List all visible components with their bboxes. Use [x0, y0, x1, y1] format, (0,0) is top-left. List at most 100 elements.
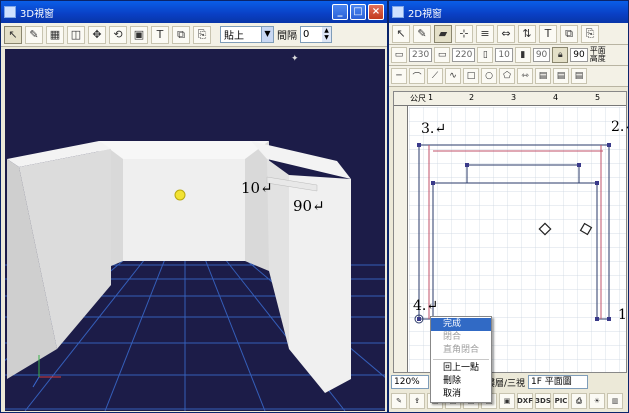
pencil-icon[interactable]: ✎	[25, 25, 43, 44]
export-icon[interactable]: ⇪	[409, 393, 425, 409]
lock-value[interactable]: 90	[570, 48, 588, 62]
polygon-icon[interactable]: ⬠	[499, 68, 515, 84]
text-icon[interactable]: T	[151, 25, 169, 44]
floor-select[interactable]: 1F 平面圖	[528, 375, 589, 389]
back-wall	[123, 159, 245, 261]
menu-item-finish[interactable]: 完成	[431, 318, 491, 331]
rotate-icon[interactable]: ⟲	[109, 25, 127, 44]
window-3d-titlebar[interactable]: 3D視窗 _ □ ×	[1, 1, 387, 23]
polyline-icon[interactable]: ⟋	[427, 68, 443, 84]
dim-input-2[interactable]: 220	[452, 48, 476, 62]
stretch-icon[interactable]: ⇔	[497, 24, 515, 43]
grid-icon[interactable]: ▦	[46, 25, 64, 44]
copy-icon[interactable]: ⧉	[172, 25, 190, 44]
zoom-level[interactable]: 120%	[391, 375, 429, 389]
ruler-top: 公尺 1 2 3 4 5	[394, 92, 626, 106]
window-2d-titlebar[interactable]: 2D視窗	[389, 1, 628, 23]
viewport-3d[interactable]: 10↵ 90↵ ✦	[5, 49, 385, 411]
maximize-button[interactable]: □	[350, 4, 366, 20]
paste-icon[interactable]: ⎘	[581, 24, 599, 43]
menu-item-back-one-point[interactable]: 回上一點	[431, 362, 491, 375]
dim-input-1[interactable]: 230	[409, 48, 433, 62]
stepper-arrows-icon[interactable]: ▲ ▼	[322, 27, 331, 42]
scene-3d	[5, 141, 385, 411]
folder-icon[interactable]: ▤	[535, 68, 551, 84]
select-arrow-icon[interactable]: ↖	[4, 25, 22, 44]
arc-icon[interactable]: ⌒	[409, 68, 425, 84]
folder-icon[interactable]: ▤	[553, 68, 569, 84]
minimize-button[interactable]: _	[332, 4, 348, 20]
spacing-label: 間隔	[277, 31, 297, 42]
menu-separator	[433, 359, 489, 360]
spacing-stepper[interactable]: 0 ▲ ▼	[300, 26, 332, 43]
app-icon	[392, 6, 404, 18]
print-icon[interactable]: ⎙	[571, 393, 587, 409]
cursor-icon: ✦	[291, 54, 299, 64]
image-icon[interactable]: ▣	[130, 25, 148, 44]
copy-icon[interactable]: ⧉	[560, 24, 578, 43]
light-icon[interactable]: ☀	[589, 393, 605, 409]
menu-item-delete[interactable]: 刪除	[431, 375, 491, 388]
wall-icon[interactable]: ▭	[434, 47, 451, 63]
ruler-tick-4: 4	[553, 93, 559, 102]
ruler-tick-2: 2	[469, 93, 475, 102]
ruler-tick-5: 5	[595, 93, 601, 102]
point-label-4: 4.↵	[413, 298, 439, 314]
height-label: 平面高度	[589, 46, 606, 63]
dim-input-3[interactable]: 10	[495, 48, 513, 62]
dxf-export-button[interactable]: DXF	[517, 393, 533, 409]
toolbar-2d-main: ↖ ✎ ▰ ⊹ ≡ ⇔ ⇅ T ⧉ ⎘	[389, 23, 628, 45]
measure-icon[interactable]: ⇿	[517, 68, 533, 84]
menu-item-right-angle-close: 直角閉合	[443, 345, 480, 355]
ruler-tick-3: 3	[511, 93, 517, 102]
annotation-90: 90↵	[293, 197, 325, 215]
ruler-left	[394, 106, 408, 372]
line-icon[interactable]: ─	[391, 68, 407, 84]
wall-draw-icon[interactable]: ▰	[434, 24, 452, 43]
window-2d-title: 2D視窗	[408, 8, 443, 20]
context-menu: 完成 閉合 直角閉合 回上一點 刪除 取消	[430, 316, 492, 403]
pic-export-button[interactable]: PIC	[553, 393, 569, 409]
layout-icon[interactable]: ◫	[67, 25, 85, 44]
rectangle-icon[interactable]: □	[463, 68, 479, 84]
lock-icon[interactable]: 🔒︎	[552, 47, 569, 63]
curve-icon[interactable]: ∿	[445, 68, 461, 84]
node-icon[interactable]: ⊹	[455, 24, 473, 43]
menu-item-cancel[interactable]: 取消	[431, 388, 491, 401]
height-icon[interactable]: ▮	[514, 47, 531, 63]
window-2d: 2D視窗 ↖ ✎ ▰ ⊹ ≡ ⇔ ⇅ T ⧉ ⎘ ▭ 230 ▭ 220 ▯ 1…	[388, 0, 629, 413]
window-3d: 3D視窗 _ □ × ↖ ✎ ▦ ◫ ✥ ⟲ ▣ T ⧉ ⎘ 貼上 ▼ 間隔 0…	[0, 0, 388, 413]
wall-icon[interactable]: ▭	[391, 47, 407, 63]
move-icon[interactable]: ✥	[88, 25, 106, 44]
folder-icon[interactable]: ▤	[571, 68, 587, 84]
point-label-1: 1.	[618, 307, 628, 323]
image-icon[interactable]: ▣	[499, 393, 515, 409]
ruler-tick-1: 1	[428, 93, 434, 102]
flip-icon[interactable]: ⇅	[518, 24, 536, 43]
attach-mode-select[interactable]: 貼上 ▼	[220, 26, 274, 43]
ruler-unit: 公尺	[410, 94, 426, 103]
status-bar-2d: 120% ⊕ ⊖ 樓層/三視 1F 平面圖	[391, 374, 628, 390]
point-label-3: 3.↵	[421, 121, 447, 137]
bottom-toolbar-2d: ✎ ⇪ ▣ ▣ ▣ ▣ ▣ DXF 3DS PIC ⎙ ☀ ▥	[391, 391, 628, 411]
toolbar-2d-dimensions: ▭ 230 ▭ 220 ▯ 10 ▮ 90 🔒︎ 90 平面高度	[389, 45, 628, 66]
align-icon[interactable]: ≡	[476, 24, 494, 43]
save-icon[interactable]: ▥	[607, 393, 623, 409]
close-button[interactable]: ×	[368, 4, 384, 20]
dim-input-4[interactable]: 90	[532, 48, 551, 62]
window-3d-title: 3D視窗	[20, 8, 55, 20]
app-icon	[4, 6, 16, 18]
toolbar-2d-shapes: ─ ⌒ ⟋ ∿ □ ○ ⬠ ⇿ ▤ ▤ ▤	[389, 66, 628, 87]
light-bulb-icon[interactable]	[174, 189, 186, 201]
toolbar-3d: ↖ ✎ ▦ ◫ ✥ ⟲ ▣ T ⧉ ⎘ 貼上 ▼ 間隔 0 ▲ ▼	[1, 23, 387, 47]
thickness-icon[interactable]: ▯	[477, 47, 494, 63]
circle-icon[interactable]: ○	[481, 68, 497, 84]
3ds-export-button[interactable]: 3DS	[535, 393, 551, 409]
pencil-icon[interactable]: ✎	[391, 393, 407, 409]
text-icon[interactable]: T	[539, 24, 557, 43]
paste-icon[interactable]: ⎘	[193, 25, 211, 44]
select-arrow-icon[interactable]: ↖	[392, 24, 410, 43]
point-label-2: 2.↵	[611, 119, 628, 135]
wall-top	[99, 141, 269, 159]
pencil-icon[interactable]: ✎	[413, 24, 431, 43]
